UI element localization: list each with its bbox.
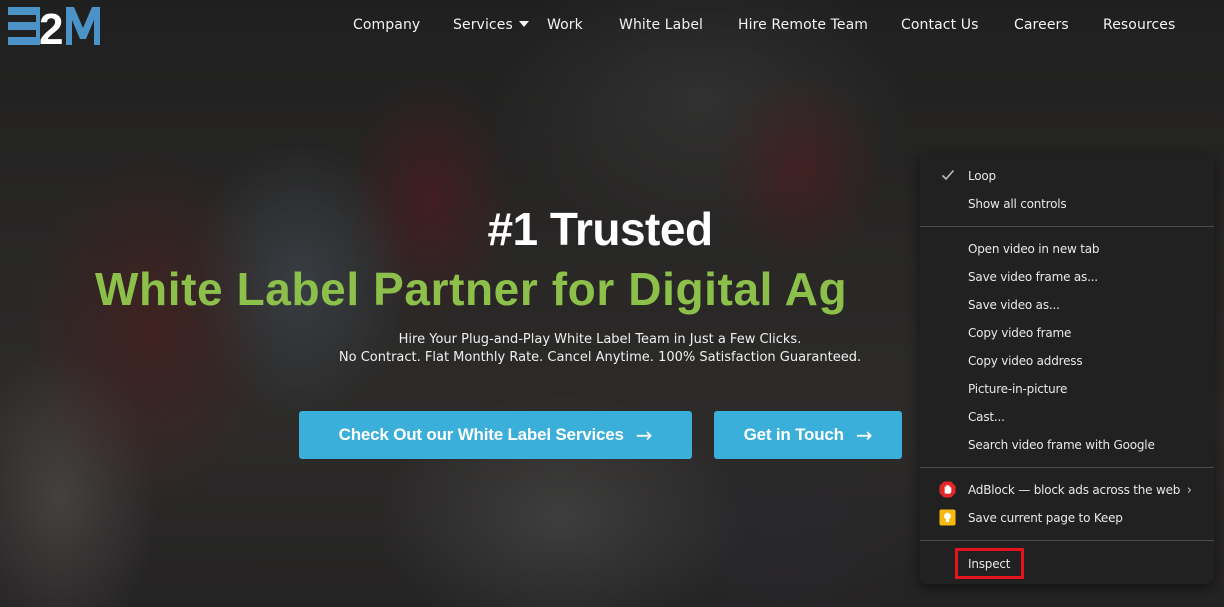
menu-item-label: Copy video address xyxy=(968,354,1083,368)
menu-item-label: Save current page to Keep xyxy=(968,511,1123,525)
menu-item-label: Copy video frame xyxy=(968,326,1072,340)
menu-item-save-to-keep[interactable]: Save current page to Keep xyxy=(920,504,1214,532)
menu-item-copy-video-address[interactable]: Copy video address xyxy=(920,347,1214,375)
menu-item-copy-video-frame[interactable]: Copy video frame xyxy=(920,319,1214,347)
menu-item-label: Picture-in-picture xyxy=(968,382,1068,396)
menu-item-search-video-frame[interactable]: Search video frame with Google xyxy=(920,431,1214,459)
menu-item-adblock[interactable]: AdBlock — block ads across the web › xyxy=(920,476,1214,504)
chevron-right-icon: › xyxy=(1186,482,1192,498)
menu-item-show-all-controls[interactable]: Show all controls xyxy=(920,190,1214,218)
menu-item-save-video[interactable]: Save video as... xyxy=(920,291,1214,319)
nav-services-label: Services xyxy=(453,17,513,33)
nav-services[interactable]: Services xyxy=(453,17,529,33)
menu-item-label: Loop xyxy=(968,169,996,183)
menu-item-label: Save video frame as... xyxy=(968,270,1098,284)
nav-work[interactable]: Work xyxy=(547,17,583,33)
hero-title-line2: White Label Partner for Digital Ag xyxy=(95,263,848,315)
menu-item-label: Inspect xyxy=(968,557,1011,571)
menu-item-inspect[interactable]: Inspect xyxy=(920,550,1214,578)
video-context-menu: Loop Show all controls Open video in new… xyxy=(920,154,1214,584)
menu-item-label: Save video as... xyxy=(968,298,1060,312)
menu-item-save-video-frame[interactable]: Save video frame as... xyxy=(920,263,1214,291)
checkmark-icon xyxy=(941,169,955,181)
menu-item-label: AdBlock — block ads across the web xyxy=(968,483,1181,497)
menu-item-loop[interactable]: Loop xyxy=(920,162,1214,190)
nav-company[interactable]: Company xyxy=(353,17,420,33)
google-keep-icon xyxy=(939,509,956,526)
arrow-right-icon: → xyxy=(855,423,873,447)
white-label-services-label: Check Out our White Label Services xyxy=(338,425,624,444)
menu-item-picture-in-picture[interactable]: Picture-in-picture xyxy=(920,375,1214,403)
nav-hire-remote-team[interactable]: Hire Remote Team xyxy=(738,17,868,33)
white-label-services-button[interactable]: Check Out our White Label Services → xyxy=(299,411,692,459)
menu-item-label: Open video in new tab xyxy=(968,242,1100,256)
get-in-touch-label: Get in Touch xyxy=(743,425,844,444)
adblock-icon xyxy=(939,481,956,498)
nav-resources[interactable]: Resources xyxy=(1103,17,1175,33)
menu-separator xyxy=(920,226,1214,227)
nav-careers[interactable]: Careers xyxy=(1014,17,1069,33)
get-in-touch-button[interactable]: Get in Touch → xyxy=(714,411,902,459)
menu-item-label: Search video frame with Google xyxy=(968,438,1155,452)
arrow-right-icon: → xyxy=(635,423,653,447)
nav-contact-us[interactable]: Contact Us xyxy=(901,17,978,33)
menu-item-label: Cast... xyxy=(968,410,1005,424)
menu-item-label: Show all controls xyxy=(968,197,1067,211)
menu-item-open-video-new-tab[interactable]: Open video in new tab xyxy=(920,235,1214,263)
main-nav: Company Services Work White Label Hire R… xyxy=(0,0,1224,52)
menu-separator xyxy=(920,540,1214,541)
menu-item-cast[interactable]: Cast... xyxy=(920,403,1214,431)
caret-down-icon xyxy=(518,21,529,27)
nav-white-label[interactable]: White Label xyxy=(619,17,703,33)
menu-separator xyxy=(920,467,1214,468)
